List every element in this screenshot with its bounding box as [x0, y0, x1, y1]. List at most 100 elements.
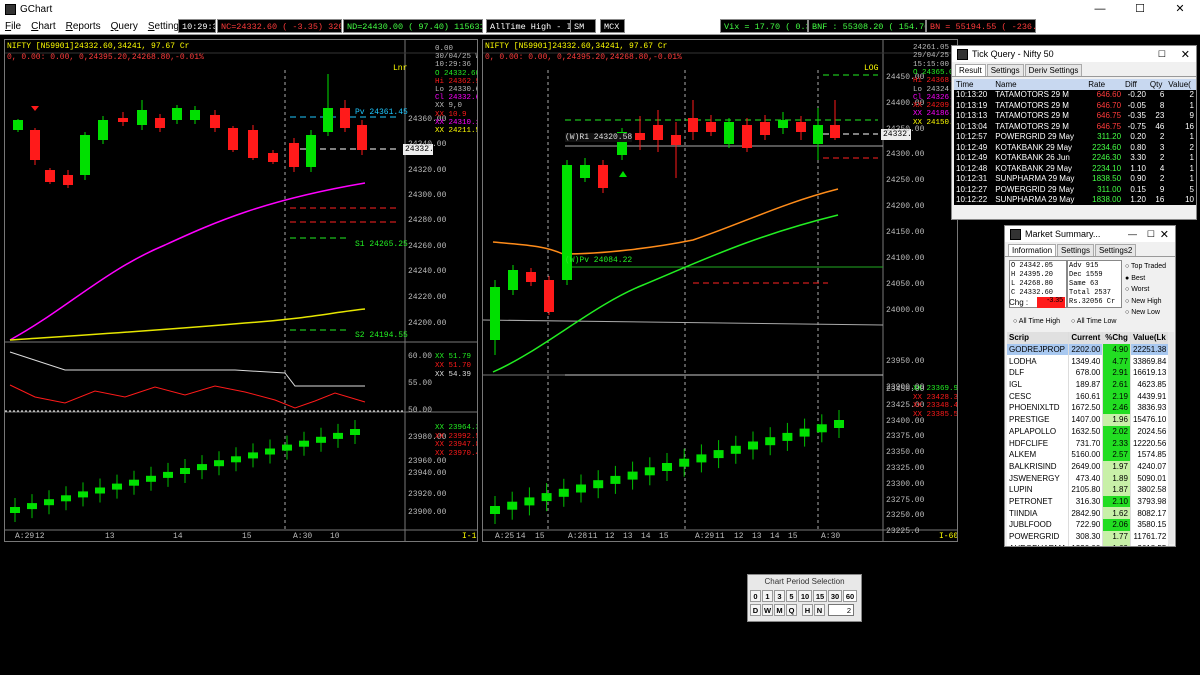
horizontal-line: [483, 319, 884, 326]
period-type-button[interactable]: Q: [786, 604, 797, 616]
close-button[interactable]: ✕: [1181, 48, 1190, 61]
menu-reports[interactable]: Reports: [61, 21, 106, 32]
col-name[interactable]: Name: [993, 79, 1086, 90]
tick-row[interactable]: 10:12:57 POWERGRID 29 May 311.20 0.20 2 1: [954, 132, 1196, 143]
col-current[interactable]: Current: [1068, 332, 1104, 344]
summary-row[interactable]: BALKRISIND 2649.00 1.97 4240.07: [1007, 460, 1170, 473]
summary-cell: 160.61: [1068, 390, 1104, 403]
period-button[interactable]: 30: [828, 590, 842, 602]
radio-top-traded[interactable]: ○ Top Traded: [1125, 261, 1166, 273]
summary-row[interactable]: DLF 678.00 2.91 16619.13: [1007, 367, 1170, 379]
period-type-button[interactable]: D: [750, 604, 761, 616]
maximize-button[interactable]: ☐: [1147, 229, 1155, 240]
tick-row[interactable]: 10:12:49 KOTAKBANK 29 May 2234.60 0.80 3 2: [954, 142, 1196, 153]
radio-best[interactable]: ● Best: [1125, 273, 1166, 285]
tab-deriv-settings[interactable]: Deriv Settings: [1024, 64, 1083, 76]
ticker-nd[interactable]: ND=24430.00 ( 97.40) 11563126 Cr: [343, 19, 483, 33]
info-line: O 24365.0: [913, 68, 954, 77]
col-time[interactable]: Time: [954, 79, 993, 90]
tick-row[interactable]: 10:13:04 TATAMOTORS 29 M 646.75 -0.75 46 16: [954, 121, 1196, 132]
period-button[interactable]: 1: [762, 590, 773, 602]
index-body: [730, 445, 741, 454]
summary-row[interactable]: TIINDIA 2842.90 1.62 8082.17: [1007, 507, 1170, 519]
ticker-alltime-high[interactable]: AllTime High - INM: [486, 19, 571, 33]
period-type-button[interactable]: W: [762, 604, 773, 616]
summary-row[interactable]: AUROPHARMA1230.001.692618.55: [1007, 542, 1170, 546]
summary-row[interactable]: IGL 189.87 2.61 4623.85: [1007, 378, 1170, 391]
tick-row[interactable]: 10:13:19 TATAMOTORS 29 M 646.70 -0.05 8 1: [954, 100, 1196, 111]
tick-row[interactable]: 10:13:13 TATAMOTORS 29 M 646.75 -0.35 23 9: [954, 111, 1196, 122]
tab-settings[interactable]: Settings: [1057, 244, 1094, 256]
period-type-button[interactable]: N: [814, 604, 825, 616]
period-value-input[interactable]: 2: [828, 604, 854, 616]
ticker-bnf[interactable]: BNF : 55308.20 ( 154.70): [808, 19, 926, 33]
tick-row[interactable]: 10:12:22 SUNPHARMA 29 May 1838.00 1.20 16 10: [954, 195, 1196, 206]
summary-row[interactable]: APLAPOLLO 1632.50 2.02 2024.56: [1007, 425, 1170, 438]
summary-row[interactable]: CESC 160.61 2.19 4439.91: [1007, 390, 1170, 403]
menu-chart[interactable]: Chart: [26, 21, 60, 32]
minimize-button[interactable]: —: [1128, 229, 1137, 239]
index-body: [163, 471, 173, 478]
period-type-button[interactable]: H: [802, 604, 813, 616]
summary-row[interactable]: LODHA 1349.40 4.77 33869.84: [1007, 355, 1170, 368]
period-button[interactable]: 5: [786, 590, 797, 602]
col-value[interactable]: Value(: [1166, 79, 1196, 90]
ticker-vix[interactable]: Vix = 17.70 ( 0.33): [720, 19, 808, 33]
summary-row[interactable]: LUPIN 2105.80 1.87 3802.58: [1007, 483, 1170, 496]
period-button[interactable]: 10: [798, 590, 812, 602]
col-pchg[interactable]: %Chg: [1102, 332, 1131, 344]
moving-average-orange: [492, 188, 839, 255]
summary-row[interactable]: ALKEM 5160.00 2.57 1574.85: [1007, 448, 1170, 461]
tick-row[interactable]: 10:13:20 TATAMOTORS 29 M 646.60 -0.20 6 2: [954, 90, 1196, 101]
maximize-button[interactable]: ☐: [1120, 0, 1160, 18]
tick-cell: 2: [1159, 132, 1165, 142]
tab-information[interactable]: Information: [1008, 244, 1057, 256]
period-type-button[interactable]: M: [774, 604, 785, 616]
time-axis-label: A:28: [568, 532, 588, 541]
chart-panel-60min[interactable]: NIFTY [N59901]24332.60,34241, 97.67 Cr 0…: [482, 39, 958, 542]
candle-body: [30, 130, 40, 160]
col-value[interactable]: Value(Lk: [1130, 332, 1170, 344]
scrollbar[interactable]: [1168, 332, 1174, 544]
all-time-high-radio[interactable]: ○ All Time High: [1013, 318, 1060, 325]
period-button[interactable]: 0: [750, 590, 761, 602]
tick-row[interactable]: 10:12:27 POWERGRID 29 May 311.00 0.15 9 5: [954, 184, 1196, 195]
period-button[interactable]: 60: [843, 590, 857, 602]
tab-result[interactable]: Result: [955, 64, 986, 76]
tick-row[interactable]: 10:12:48 KOTAKBANK 29 May 2234.10 1.10 4 1: [954, 163, 1196, 174]
ticker-bn[interactable]: BN = 55194.55 ( -236.70): [926, 19, 1036, 33]
close-button[interactable]: ✕: [1160, 0, 1200, 18]
tab-settings2[interactable]: Settings2: [1094, 244, 1137, 256]
radio-worst[interactable]: ○ Worst: [1125, 284, 1166, 296]
menu-query[interactable]: Query: [106, 21, 143, 32]
col-diff[interactable]: Diff: [1123, 79, 1148, 90]
col-scrip[interactable]: Scrip: [1007, 332, 1070, 344]
summary-row[interactable]: POWERGRID 308.30 1.77 11761.72: [1007, 530, 1170, 543]
menu-file[interactable]: File: [0, 21, 26, 32]
period-button[interactable]: 15: [813, 590, 827, 602]
ticker-sm[interactable]: SM: [571, 19, 596, 33]
summary-row[interactable]: PHOENIXLTD 1672.50 2.46 3836.93: [1007, 402, 1170, 414]
all-time-low-radio[interactable]: ○ All Time Low: [1071, 318, 1116, 325]
summary-row[interactable]: PETRONET 316.30 2.10 3793.98: [1007, 495, 1170, 508]
summary-row[interactable]: JSWENERGY 473.40 1.89 5090.01: [1007, 472, 1170, 484]
minimize-button[interactable]: —: [1080, 0, 1120, 18]
chart-panel-15min[interactable]: NIFTY [N59901]24332.60,34241, 97.67 Cr 0…: [4, 39, 478, 542]
summary-row[interactable]: PRESTIGE 1407.00 1.96 15476.10: [1007, 413, 1170, 426]
close-button[interactable]: ✕: [1160, 228, 1169, 241]
summary-row[interactable]: HDFCLIFE 731.70 2.33 12220.56: [1007, 437, 1170, 449]
tab-settings[interactable]: Settings: [986, 64, 1024, 76]
col-qty[interactable]: Qty: [1148, 79, 1166, 90]
ticker-mcx[interactable]: MCX: [600, 19, 625, 33]
ticker-nc[interactable]: NC=24332.60 ( -3.35) 32056 Cr: [217, 19, 342, 33]
radio-new-high[interactable]: ○ New High: [1125, 296, 1166, 308]
radio-new-low[interactable]: ○ New Low: [1125, 307, 1166, 319]
tick-row[interactable]: 10:12:49 KOTAKBANK 26 Jun 2246.30 3.30 2 1: [954, 153, 1196, 164]
tick-cell: -0.05: [1127, 100, 1146, 110]
summary-row[interactable]: JUBLFOOD 722.90 2.06 3580.15: [1007, 519, 1170, 531]
maximize-button[interactable]: ☐: [1158, 49, 1166, 60]
summary-row[interactable]: GODREJPROP 2202.00 4.90 22251.38: [1007, 343, 1170, 356]
period-button[interactable]: 3: [774, 590, 785, 602]
tick-row[interactable]: 10:12:31 SUNPHARMA 29 May 1838.50 0.90 2 1: [954, 174, 1196, 185]
col-rate[interactable]: Rate: [1086, 79, 1123, 90]
